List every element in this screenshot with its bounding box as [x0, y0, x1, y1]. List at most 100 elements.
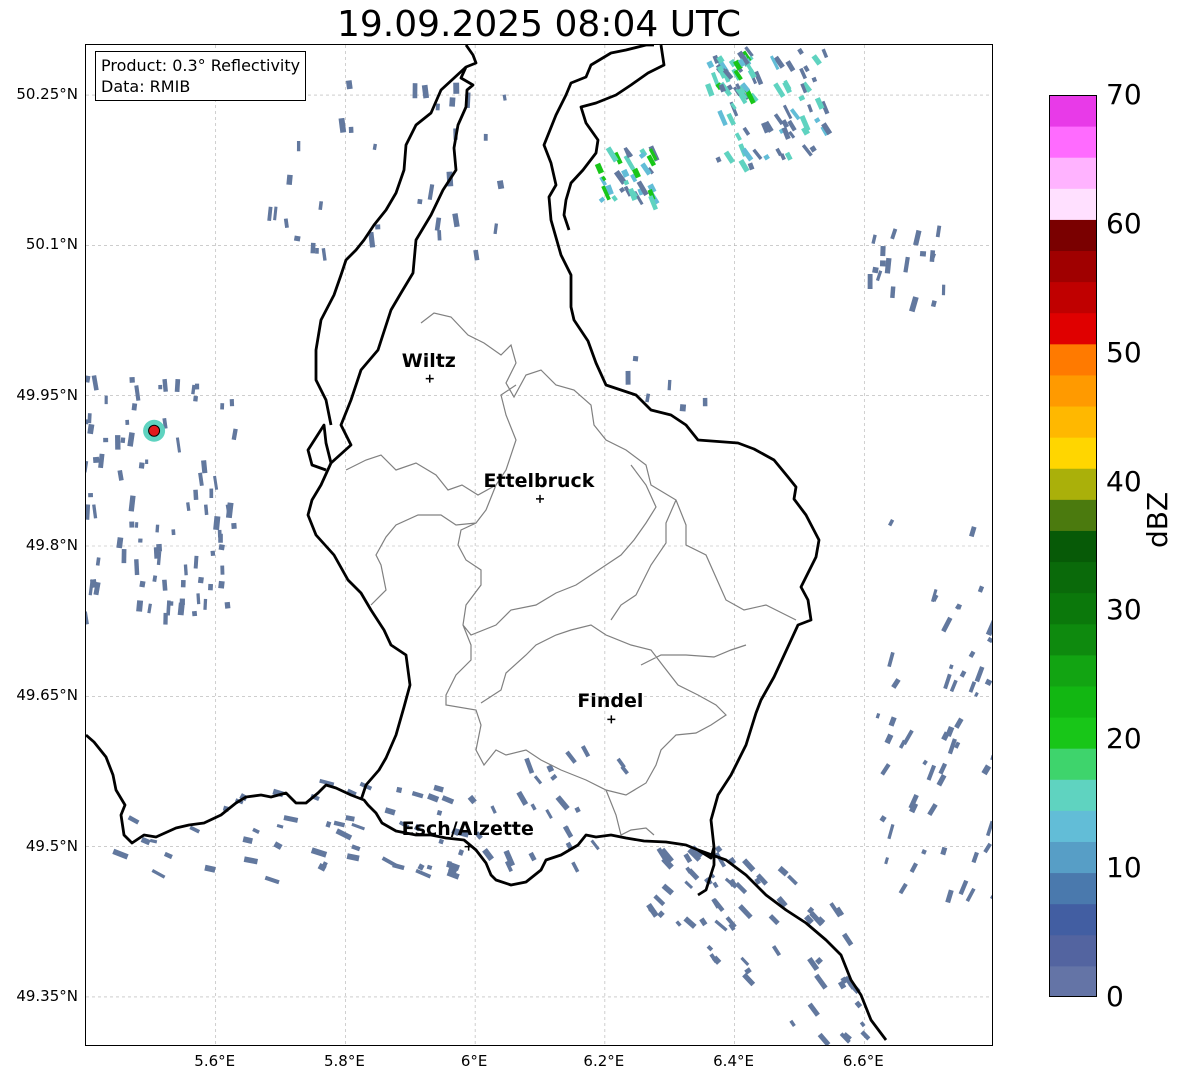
echo-pixel — [734, 881, 748, 895]
echo-pixel — [177, 602, 185, 616]
echo-pixel — [817, 1032, 831, 1045]
echo-pixel — [104, 395, 108, 405]
echo-pixel — [571, 861, 580, 873]
echo-pixel — [714, 919, 728, 932]
borders-2 — [306, 45, 654, 472]
echo-pixel — [473, 249, 480, 261]
city-label: Ettelbruck — [483, 469, 595, 492]
echo-pixel — [880, 245, 886, 257]
echo-pixel — [977, 585, 985, 593]
echo-pixel — [194, 383, 200, 390]
echo-pixel — [174, 379, 181, 392]
echo-pixel — [158, 384, 163, 390]
lon-tick-label: 6.2°E — [583, 1052, 625, 1070]
echo-pixel — [611, 194, 618, 202]
echo-pixel — [115, 435, 121, 450]
echo-pixel — [871, 234, 877, 245]
colorbar-tick-label: 60 — [1106, 206, 1142, 240]
echo-pixel — [381, 856, 398, 868]
echo-pixel — [936, 773, 947, 787]
echo-pixel — [273, 206, 278, 221]
echo-pixel — [667, 379, 672, 391]
echo-pixel — [803, 65, 810, 73]
echo-pixel — [345, 80, 353, 90]
colorbar-tick-label: 70 — [1106, 78, 1142, 111]
echo-pixel — [273, 841, 283, 850]
echo-pixel — [296, 141, 301, 152]
echo-pixel — [867, 274, 873, 290]
echo-pixel — [524, 757, 535, 774]
echo-pixel — [103, 437, 109, 443]
echo-pixel — [209, 488, 214, 499]
echo-pixel — [433, 784, 444, 793]
echo-pixel — [333, 820, 346, 828]
colorbar-segment — [1050, 530, 1096, 563]
echo-pixel — [898, 882, 908, 895]
echo-pixel — [436, 809, 443, 816]
echo-pixel — [198, 472, 204, 486]
echo-pixel — [574, 806, 581, 814]
echo-pixel — [264, 875, 280, 885]
echo-pixel — [771, 945, 782, 957]
echo-pixel — [171, 529, 176, 536]
echo-pixel — [921, 849, 927, 855]
echo-pixel — [193, 395, 199, 402]
echo-pixel — [293, 235, 301, 242]
echo-pixel — [715, 156, 722, 163]
city-markers — [425, 374, 616, 851]
echo-pixel — [86, 375, 91, 383]
echo-pixel — [112, 848, 129, 860]
echo-pixel — [922, 759, 928, 766]
echo-pixel — [981, 764, 992, 776]
echo-pixel — [598, 196, 606, 204]
echo-pixel — [943, 673, 952, 690]
colorbar-segment — [1050, 188, 1096, 220]
colorbar-tick-label: 30 — [1106, 593, 1142, 627]
colorbar-segment — [1050, 623, 1096, 656]
echo-pixel — [919, 250, 927, 257]
echo-pixel — [782, 104, 793, 120]
echo-pixel — [138, 538, 143, 543]
echo-pixel — [798, 94, 806, 102]
echo-pixel — [147, 603, 152, 614]
echo-pixel — [134, 385, 141, 401]
echo-pixel — [318, 201, 324, 211]
echo-pixel — [372, 143, 378, 151]
echo-pixel — [555, 795, 570, 811]
echo-pixel — [890, 228, 898, 240]
echo-pixel — [163, 851, 173, 860]
echo-pixel — [965, 887, 976, 902]
colorbar-tick-label: 0 — [1106, 980, 1124, 1013]
echo-pixel — [242, 836, 253, 844]
echo-pixel — [483, 133, 488, 141]
colorbar-tick-label: 20 — [1106, 722, 1142, 756]
echo-pixel — [880, 763, 891, 776]
echo-pixel — [872, 266, 879, 274]
echo-pixel — [528, 851, 537, 862]
echo-pixel — [675, 920, 682, 927]
echo-pixel — [879, 815, 887, 823]
echo-pixel — [193, 489, 199, 501]
echo-pixel — [807, 1002, 820, 1017]
city-marker — [536, 494, 544, 503]
colorbar-segment — [1050, 312, 1096, 345]
echo-pixel — [706, 60, 715, 69]
data-source-label: Data: RMIB — [101, 77, 191, 96]
echo-pixel — [120, 437, 126, 444]
echo-pixel — [645, 393, 651, 403]
luxembourg-border — [86, 45, 821, 887]
echo-pixel — [92, 456, 100, 464]
map-title: 19.09.2025 08:04 UTC — [336, 4, 742, 45]
echo-pixel — [974, 666, 985, 683]
lat-tick-label: 49.5°N — [25, 836, 78, 855]
echo-pixel — [496, 180, 505, 190]
echo-pixel — [533, 775, 543, 785]
echo-pixel — [310, 847, 328, 858]
lat-tick-label: 50.1°N — [25, 235, 78, 254]
echo-pixel — [213, 475, 219, 490]
colorbar-segment — [1050, 965, 1096, 997]
colorbar-segment — [1050, 437, 1096, 469]
colorbar-tick-label: 50 — [1106, 335, 1142, 369]
german-belgian-border — [562, 45, 888, 1041]
echo-pixel — [129, 521, 135, 528]
